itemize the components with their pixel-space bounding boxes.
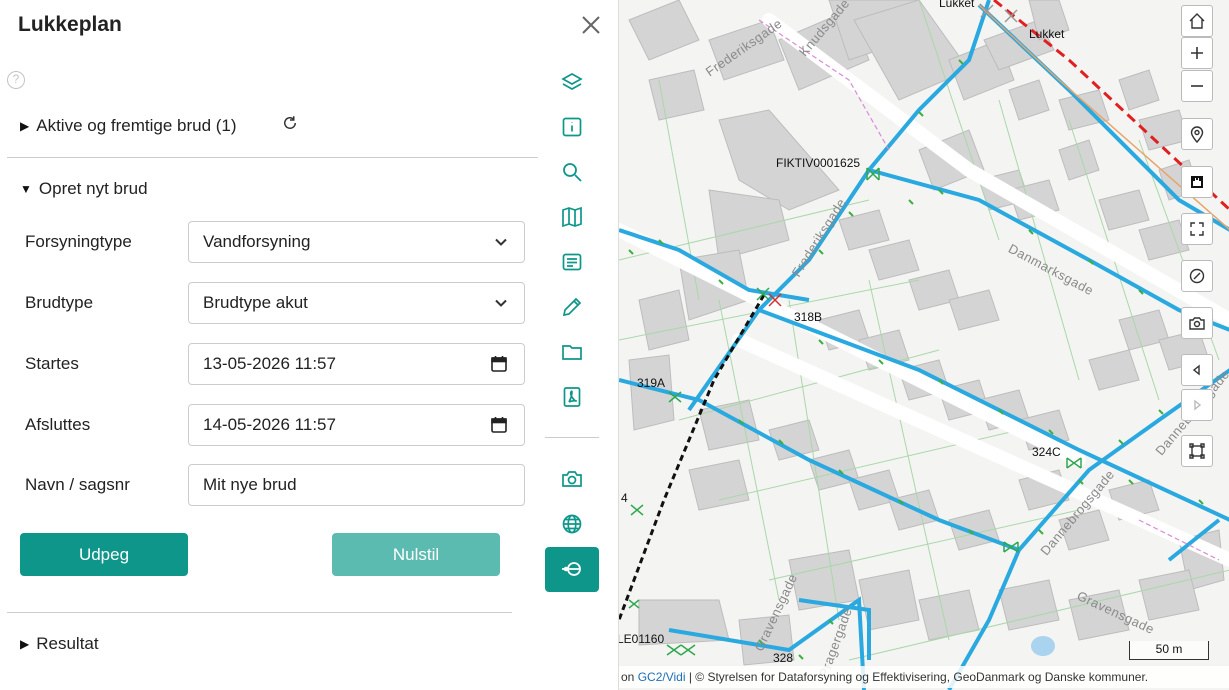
section-create-toggle[interactable]: ▼ Opret nyt brud (20, 179, 148, 199)
form-row-navn: Navn / sagsnr Mit nye brud (25, 464, 525, 506)
form-row-brudtype: Brudtype Brudtype akut (25, 282, 525, 324)
brudtype-label: Brudtype (25, 293, 94, 312)
zoom-out-icon (1191, 85, 1203, 87)
calendar-icon[interactable] (490, 355, 508, 373)
layers-icon[interactable] (560, 70, 584, 94)
section-create-label: Opret nyt brud (38, 179, 148, 198)
ruler-icon (1191, 176, 1203, 188)
panel-title: Lukkeplan (18, 13, 122, 36)
map-label-fiktiv: FIKTIV0001625 (776, 156, 861, 170)
forward-button[interactable] (1181, 389, 1213, 421)
map-label-4: 4 (621, 491, 628, 505)
zoom-in-button[interactable] (1181, 37, 1213, 69)
chevron-down-icon (495, 299, 507, 307)
lukkeplan-panel: Lukkeplan ? ▶ Aktive og fremtige brud (1… (0, 0, 545, 690)
brudtype-select[interactable]: Brudtype akut (188, 282, 525, 324)
startes-label: Startes (25, 354, 79, 373)
map-view[interactable]: Lukket Lukket FIKTIV0001625 318B 319A 32… (618, 0, 1229, 690)
section-active-toggle[interactable]: ▶ Aktive og fremtige brud (1) (20, 116, 237, 136)
question-circle-icon[interactable]: ? (7, 71, 25, 89)
fullscreen-button[interactable] (1181, 213, 1213, 245)
startes-value: 13-05-2026 11:57 (203, 354, 336, 373)
home-icon (1189, 13, 1205, 29)
screenshot-icon (1189, 317, 1205, 330)
afsluttes-label: Afsluttes (25, 415, 91, 434)
navn-label: Navn / sagsnr (25, 475, 130, 494)
fullscreen-icon (1190, 222, 1204, 236)
compass-button[interactable] (1181, 260, 1213, 292)
divider (7, 612, 512, 613)
screenshot-button[interactable] (1181, 307, 1213, 339)
back-button[interactable] (1181, 354, 1213, 386)
pdf-icon[interactable] (560, 385, 584, 409)
map-label-lukket-top: Lukket (939, 0, 975, 10)
triangle-down-icon: ▼ (20, 182, 32, 196)
ruler-button[interactable] (1181, 166, 1213, 198)
map-label-318b: 318B (794, 310, 823, 324)
search-icon[interactable] (560, 160, 584, 184)
scale-bar: 50 m (1129, 641, 1209, 660)
section-active-label: Aktive og fremtige brud (1) (36, 116, 237, 135)
map-canvas (619, 0, 1229, 690)
navn-input[interactable]: Mit nye brud (188, 464, 525, 506)
form-row-startes: Startes 13-05-2026 11:57 (25, 343, 525, 385)
afsluttes-value: 14-05-2026 11:57 (203, 415, 336, 434)
navn-value: Mit nye brud (203, 475, 297, 494)
section-result-label: Resultat (36, 634, 99, 653)
chevron-down-icon (495, 238, 507, 246)
map-label-lukket: Lukket (1029, 27, 1065, 41)
location-button[interactable] (1181, 118, 1213, 150)
legend-icon[interactable] (560, 250, 584, 274)
forsyningtype-value: Vandforsyning (203, 232, 311, 251)
form-row-forsyningtype: Forsyningtype Vandforsyning (25, 221, 525, 263)
extent-button[interactable] (1181, 435, 1213, 467)
udpeg-button[interactable]: Udpeg (20, 533, 188, 576)
extent-icon (1189, 443, 1205, 459)
refresh-icon[interactable] (281, 114, 299, 132)
camera-icon[interactable] (560, 467, 584, 491)
calendar-icon[interactable] (490, 416, 508, 434)
info-icon[interactable] (560, 115, 584, 139)
map-icon[interactable] (560, 205, 584, 229)
section-result-toggle[interactable]: ▶ Resultat (20, 634, 99, 654)
forward-icon (1194, 399, 1202, 411)
map-label-324c: 324C (1032, 445, 1061, 459)
home-button[interactable] (1181, 5, 1213, 37)
folder-icon[interactable] (560, 340, 584, 364)
tool-separator (545, 437, 599, 438)
zoom-in-icon (1191, 47, 1203, 59)
map-attribution: on GC2/Vidi | © Styrelsen for Dataforsyn… (619, 666, 1229, 688)
triangle-right-icon: ▶ (20, 637, 30, 651)
forsyningtype-select[interactable]: Vandforsyning (188, 221, 525, 263)
globe-icon[interactable] (560, 512, 584, 536)
compass-icon (1189, 268, 1205, 284)
map-label-319a: 319A (637, 376, 666, 390)
divider (7, 157, 538, 158)
valve-tool-button[interactable] (545, 547, 599, 592)
attribution-link[interactable]: GC2/Vidi (638, 670, 686, 684)
back-icon (1192, 364, 1200, 376)
form-row-afsluttes: Afsluttes 14-05-2026 11:57 (25, 404, 525, 446)
nulstil-button[interactable]: Nulstil (332, 533, 500, 576)
brudtype-value: Brudtype akut (203, 293, 308, 312)
zoom-out-button[interactable] (1181, 70, 1213, 102)
location-icon (1190, 126, 1204, 143)
map-label-328: 328 (773, 651, 794, 665)
close-icon[interactable] (580, 14, 602, 36)
startes-datetime-input[interactable]: 13-05-2026 11:57 (188, 343, 525, 385)
forsyningtype-label: Forsyningtype (25, 232, 132, 251)
map-label-le01160: LE01160 (618, 632, 665, 646)
attribution-text: | © Styrelsen for Dataforsyning og Effek… (685, 670, 1149, 684)
pencil-icon[interactable] (560, 295, 584, 319)
triangle-right-icon: ▶ (20, 119, 30, 133)
afsluttes-datetime-input[interactable]: 14-05-2026 11:57 (188, 404, 525, 446)
valve-icon (562, 562, 581, 576)
attribution-prefix: on (621, 670, 638, 684)
